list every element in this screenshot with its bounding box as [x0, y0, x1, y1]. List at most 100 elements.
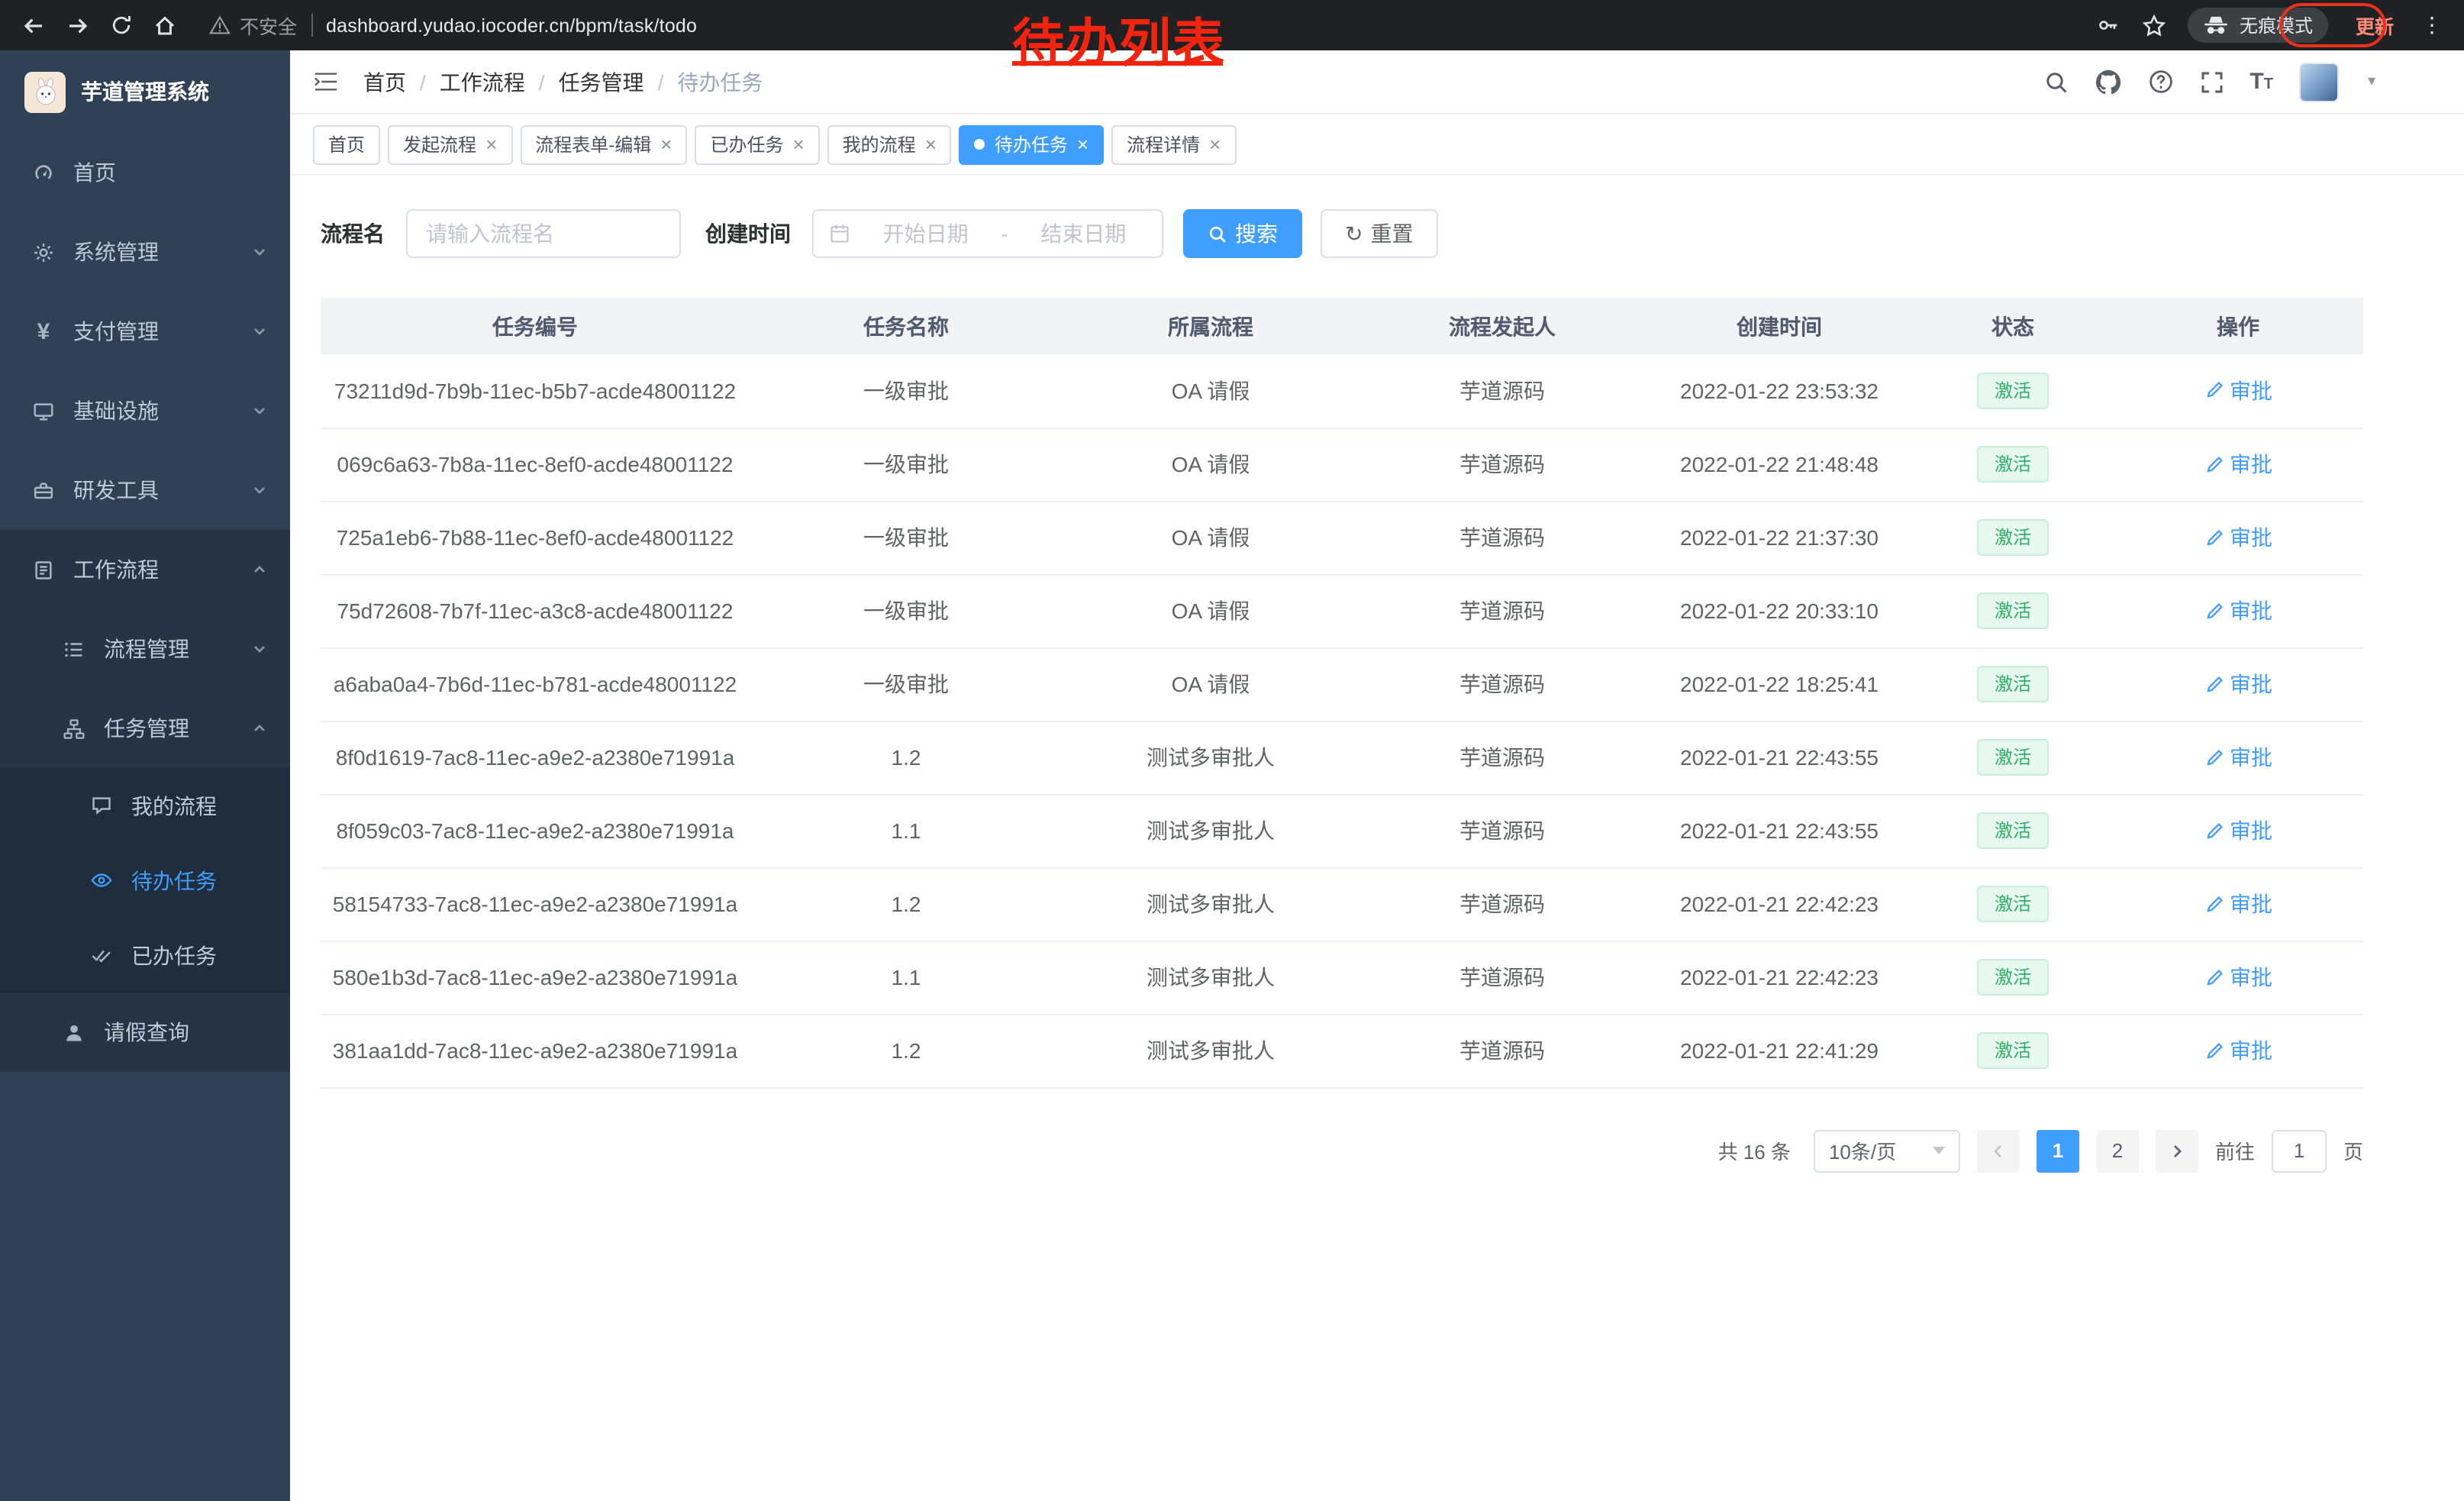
sidebar-item-label: 我的流程 — [131, 790, 217, 821]
cell-created: 2022-01-21 22:42:23 — [1646, 867, 1913, 941]
col-status: 状态 — [1913, 298, 2113, 354]
sidebar-item-todo-tasks[interactable]: 待办任务 — [0, 843, 290, 918]
search-icon[interactable] — [2043, 69, 2068, 94]
approve-link[interactable]: 审批 — [2204, 889, 2272, 919]
chevron-up-icon — [252, 562, 267, 577]
tab-home[interactable]: 首页 — [313, 124, 380, 164]
back-icon[interactable] — [21, 13, 46, 37]
sidebar-item-done-tasks[interactable]: 已办任务 — [0, 918, 290, 993]
home-icon[interactable] — [153, 13, 177, 37]
security-indicator[interactable]: 不安全 — [209, 11, 297, 40]
page-button-2[interactable]: 2 — [2096, 1129, 2139, 1172]
sidebar-item-infrastructure[interactable]: 基础设施 — [0, 371, 290, 450]
cell-process: 测试多审批人 — [1063, 794, 1359, 867]
reset-button[interactable]: ↻ 重置 — [1321, 209, 1437, 258]
update-button[interactable]: 更新 — [2350, 8, 2400, 43]
sidebar-item-devtools[interactable]: 研发工具 — [0, 450, 290, 530]
kebab-menu-icon[interactable]: ⋮ — [2421, 12, 2443, 38]
sidebar-item-task-management[interactable]: 任务管理 — [0, 689, 290, 768]
cell-task-id: 73211d9d-7b9b-11ec-b5b7-acde48001122 — [321, 354, 750, 428]
forward-icon[interactable] — [66, 13, 90, 37]
process-name-input[interactable] — [406, 209, 681, 258]
table-header: 任务编号 任务名称 所属流程 流程发起人 创建时间 状态 操作 — [321, 298, 2363, 354]
tab-label: 我的流程 — [843, 131, 916, 157]
end-date-placeholder[interactable]: 结束日期 — [1021, 218, 1147, 249]
close-icon[interactable]: × — [1077, 134, 1088, 154]
github-icon[interactable] — [2094, 68, 2121, 95]
filter-bar: 流程名 创建时间 开始日期 - 结束日期 搜索 ↻ 重置 — [321, 209, 2363, 258]
close-icon[interactable]: × — [485, 134, 497, 154]
edit-pencil-icon — [2204, 747, 2224, 767]
cell-initiator: 芋道源码 — [1359, 574, 1646, 647]
next-page-button[interactable] — [2156, 1129, 2198, 1172]
edit-pencil-icon — [2204, 601, 2224, 621]
sidebar-item-payment[interactable]: ¥ 支付管理 — [0, 292, 290, 371]
cell-initiator: 芋道源码 — [1359, 867, 1646, 941]
approve-link-label: 审批 — [2230, 815, 2272, 846]
cell-initiator: 芋道源码 — [1359, 794, 1646, 867]
sidebar-item-my-process[interactable]: 我的流程 — [0, 768, 290, 843]
approve-link[interactable]: 审批 — [2204, 522, 2272, 553]
sidebar-item-process-management[interactable]: 流程管理 — [0, 609, 290, 689]
start-date-placeholder[interactable]: 开始日期 — [863, 218, 989, 249]
tab-done-tasks[interactable]: 已办任务× — [695, 124, 819, 164]
approve-link[interactable]: 审批 — [2204, 596, 2272, 626]
tab-label: 流程表单-编辑 — [535, 131, 651, 157]
collapse-sidebar-icon[interactable] — [313, 70, 339, 93]
close-icon[interactable]: × — [925, 134, 937, 154]
approve-link-label: 审批 — [2230, 962, 2272, 993]
avatar[interactable] — [2299, 62, 2339, 102]
cell-created: 2022-01-21 22:42:23 — [1646, 941, 1913, 1014]
cell-process: OA 请假 — [1063, 501, 1359, 574]
table-row: 725a1eb6-7b88-11ec-8ef0-acde48001122 一级审… — [321, 501, 2363, 574]
approve-link[interactable]: 审批 — [2204, 376, 2272, 406]
sidebar-item-label: 请假查询 — [104, 1017, 189, 1047]
cell-created: 2022-01-21 22:43:55 — [1646, 721, 1913, 794]
goto-page-input[interactable] — [2272, 1129, 2327, 1172]
approve-link[interactable]: 审批 — [2204, 962, 2272, 993]
reload-icon[interactable] — [110, 14, 133, 37]
sidebar-item-system[interactable]: 系统管理 — [0, 212, 290, 292]
page-button-1[interactable]: 1 — [2037, 1129, 2079, 1172]
gear-icon — [31, 239, 56, 265]
approve-link[interactable]: 审批 — [2204, 1035, 2272, 1066]
breadcrumb-item[interactable]: 任务管理 — [559, 66, 644, 97]
user-icon — [61, 1019, 87, 1045]
tab-process-form-edit[interactable]: 流程表单-编辑 × — [520, 124, 687, 164]
approve-link[interactable]: 审批 — [2204, 815, 2272, 846]
bookmark-star-icon[interactable] — [2142, 13, 2166, 37]
sidebar-item-home[interactable]: 首页 — [0, 133, 290, 212]
tab-todo-tasks[interactable]: 待办任务× — [959, 124, 1104, 164]
col-task-id: 任务编号 — [321, 298, 750, 354]
security-label: 不安全 — [240, 11, 297, 40]
approve-link[interactable]: 审批 — [2204, 669, 2272, 699]
tab-process-detail[interactable]: 流程详情× — [1111, 124, 1236, 164]
cell-task-id: a6aba0a4-7b6d-11ec-b781-acde48001122 — [321, 647, 750, 721]
close-icon[interactable]: × — [792, 134, 804, 154]
edit-pencil-icon — [2204, 381, 2224, 401]
avatar-caret-icon[interactable]: ▾ — [2368, 73, 2375, 90]
search-button[interactable]: 搜索 — [1183, 209, 1302, 258]
sidebar-item-leave-query[interactable]: 请假查询 — [0, 993, 290, 1072]
help-icon[interactable] — [2147, 69, 2173, 95]
tab-my-process[interactable]: 我的流程 × — [827, 124, 952, 164]
approve-link[interactable]: 审批 — [2204, 449, 2272, 479]
cell-task-id: 8f059c03-7ac8-11ec-a9e2-a2380e71991a — [321, 794, 750, 867]
font-size-icon[interactable]: TT — [2250, 69, 2273, 95]
tab-start-process[interactable]: 发起流程× — [388, 124, 512, 164]
chevron-up-icon — [252, 721, 267, 736]
approve-link-label: 审批 — [2230, 376, 2272, 406]
page-size-select[interactable]: 10条/页 — [1814, 1129, 1960, 1172]
table-row: 8f0d1619-7ac8-11ec-a9e2-a2380e71991a 1.2… — [321, 721, 2363, 794]
breadcrumb-item[interactable]: 首页 — [363, 66, 406, 97]
close-icon[interactable]: × — [1209, 134, 1221, 154]
breadcrumb-item[interactable]: 工作流程 — [440, 66, 525, 97]
date-range-picker[interactable]: 开始日期 - 结束日期 — [812, 209, 1163, 258]
sidebar-item-workflow[interactable]: 工作流程 — [0, 530, 290, 609]
close-icon[interactable]: × — [660, 134, 672, 154]
fullscreen-icon[interactable] — [2199, 69, 2224, 94]
password-key-icon[interactable] — [2096, 14, 2121, 37]
status-badge: 激活 — [1978, 446, 2048, 483]
prev-page-button[interactable] — [1977, 1129, 2020, 1172]
approve-link[interactable]: 审批 — [2204, 742, 2272, 773]
